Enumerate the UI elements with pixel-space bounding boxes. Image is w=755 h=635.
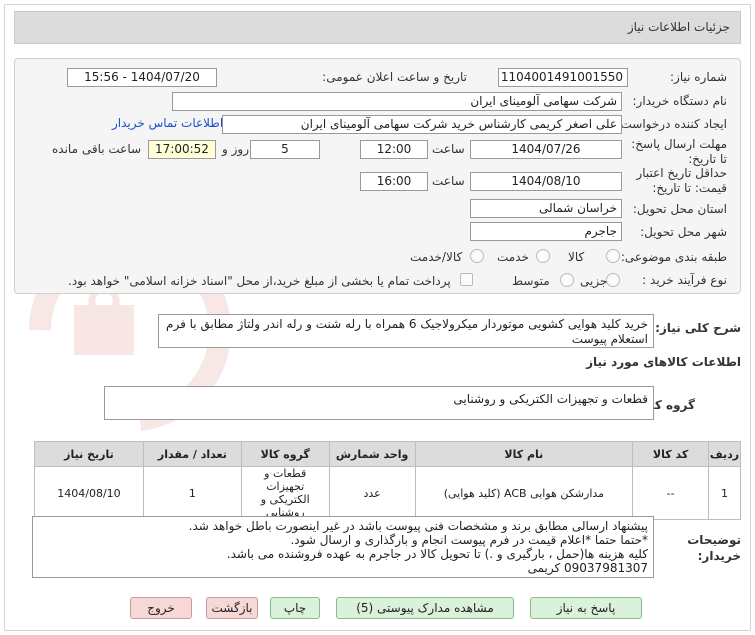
category-service-label: خدمت [497,250,529,264]
buyer-org-label: نام دستگاه خریدار: [632,94,728,108]
need-number-label: شماره نیاز: [670,70,727,84]
attachments-button[interactable]: مشاهده مدارک پیوستی (5) [336,597,514,619]
province-field: خراسان شمالی [470,199,622,218]
goods-table: ردیف کد کالا نام کالا واحد شمارش گروه کا… [34,441,741,520]
treasury-payment-note: پرداخت تمام یا بخشی از مبلغ خرید،از محل … [68,274,451,288]
process-minor-label: جزیی [580,274,608,288]
deadline-label: مهلت ارسال پاسخ: تا تاریخ: [631,137,727,166]
cell-unit: عدد [328,466,416,520]
deadline-date-field: 1404/07/26 [470,140,622,159]
col-header-unit: واحد شمارش [328,441,416,467]
creator-field: علی اصغر کریمی کارشناس خرید شرکت سهامی آ… [222,115,622,134]
process-medium-label: متوسط [512,274,550,288]
goods-group-field: قطعات و تجهیزات الکتریکی و روشنایی [104,386,654,420]
validity-time-field: 16:00 [360,172,428,191]
col-header-goods-group: گروه کالا [240,441,330,467]
table-row: 1 -- مدارشکن هوایی ACB (کلید هوایی) عدد … [34,466,741,520]
exit-button[interactable]: خروج [130,597,192,619]
category-both-label: کالا/خدمت [410,250,463,264]
category-goods-label: کالا [568,250,585,264]
process-minor-radio[interactable] [606,273,620,287]
buyer-notes-label: توضیحات خریدار: [687,533,741,563]
validity-label: حداقل تاریخ اعتبار قیمت: تا تاریخ: [636,166,727,195]
cell-item-name: مدارشکن هوایی ACB (کلید هوایی) [414,466,634,520]
category-label: طبقه بندی موضوعی: [620,250,727,264]
buyer-notes-text: پیشنهاد ارسالی مطابق برند و مشخصات فنی پ… [32,516,654,578]
buyer-note-line: کلیه هزینه ها(حمل ، بارگیری و .) تا تحوی… [226,547,648,561]
col-header-item-code: کد کالا [632,441,710,467]
remaining-time-label: ساعت باقی مانده [52,142,142,156]
process-medium-radio[interactable] [560,273,574,287]
deadline-time-field: 12:00 [360,140,428,159]
col-header-row-number: ردیف [708,441,741,467]
col-header-item-name: نام کالا [414,441,634,467]
treasury-payment-checkbox[interactable] [460,273,473,286]
days-label: روز و [222,142,249,156]
col-header-need-date: تاریخ نیاز [34,441,144,467]
summary-text: خرید کلید هوایی کشویی موتوردار میکرولاجی… [158,314,654,348]
validity-time-label: ساعت [432,174,465,188]
col-header-quantity: تعداد / مقدار [142,441,242,467]
cell-quantity: 1 [142,466,242,520]
category-goods-radio[interactable] [606,249,620,263]
cell-need-date: 1404/08/10 [34,466,144,520]
buyer-contact-link[interactable]: اطلاعات تماس خریدار [112,116,223,130]
summary-label: شرح کلی نیاز: [655,321,741,335]
days-remaining-field: 5 [250,140,320,159]
province-label: استان محل تحویل: [632,202,727,216]
process-type-label: نوع فرآیند خرید : [642,273,727,287]
need-number-field: 1104001491001550 [498,68,628,87]
city-label: شهر محل تحویل: [640,225,727,239]
deadline-time-label: ساعت [432,142,465,156]
cell-row-number: 1 [708,466,741,520]
buyer-note-line: 09037981307 کریمی [527,561,648,575]
buyer-note-line: پیشنهاد ارسالی مطابق برند و مشخصات فنی پ… [188,519,648,533]
city-field: جاجرم [470,222,622,241]
reply-button[interactable]: پاسخ به نیاز [530,597,642,619]
cell-goods-group: قطعات و تجهیزات الکتریکی و روشنایی [240,466,330,520]
category-service-radio[interactable] [536,249,550,263]
category-both-radio[interactable] [470,249,484,263]
buyer-note-line: *حتما حتما *اعلام قیمت در فرم پیوست انجا… [290,533,648,547]
goods-table-header-row: ردیف کد کالا نام کالا واحد شمارش گروه کا… [34,441,741,467]
goods-info-title: اطلاعات کالاهای مورد نیاز [586,355,741,369]
creator-label: ایجاد کننده درخواست: [616,117,727,131]
announce-date-label: تاریخ و ساعت اعلان عمومی: [322,70,467,84]
validity-date-field: 1404/08/10 [470,172,622,191]
back-button[interactable]: بازگشت [206,597,258,619]
print-button[interactable]: چاپ [270,597,320,619]
buyer-org-field: شرکت سهامی آلومینای ایران [172,92,622,111]
cell-item-code: -- [632,466,710,520]
remaining-time-field: 17:00:52 [148,140,216,159]
announce-date-field: 1404/07/20 - 15:56 [67,68,217,87]
